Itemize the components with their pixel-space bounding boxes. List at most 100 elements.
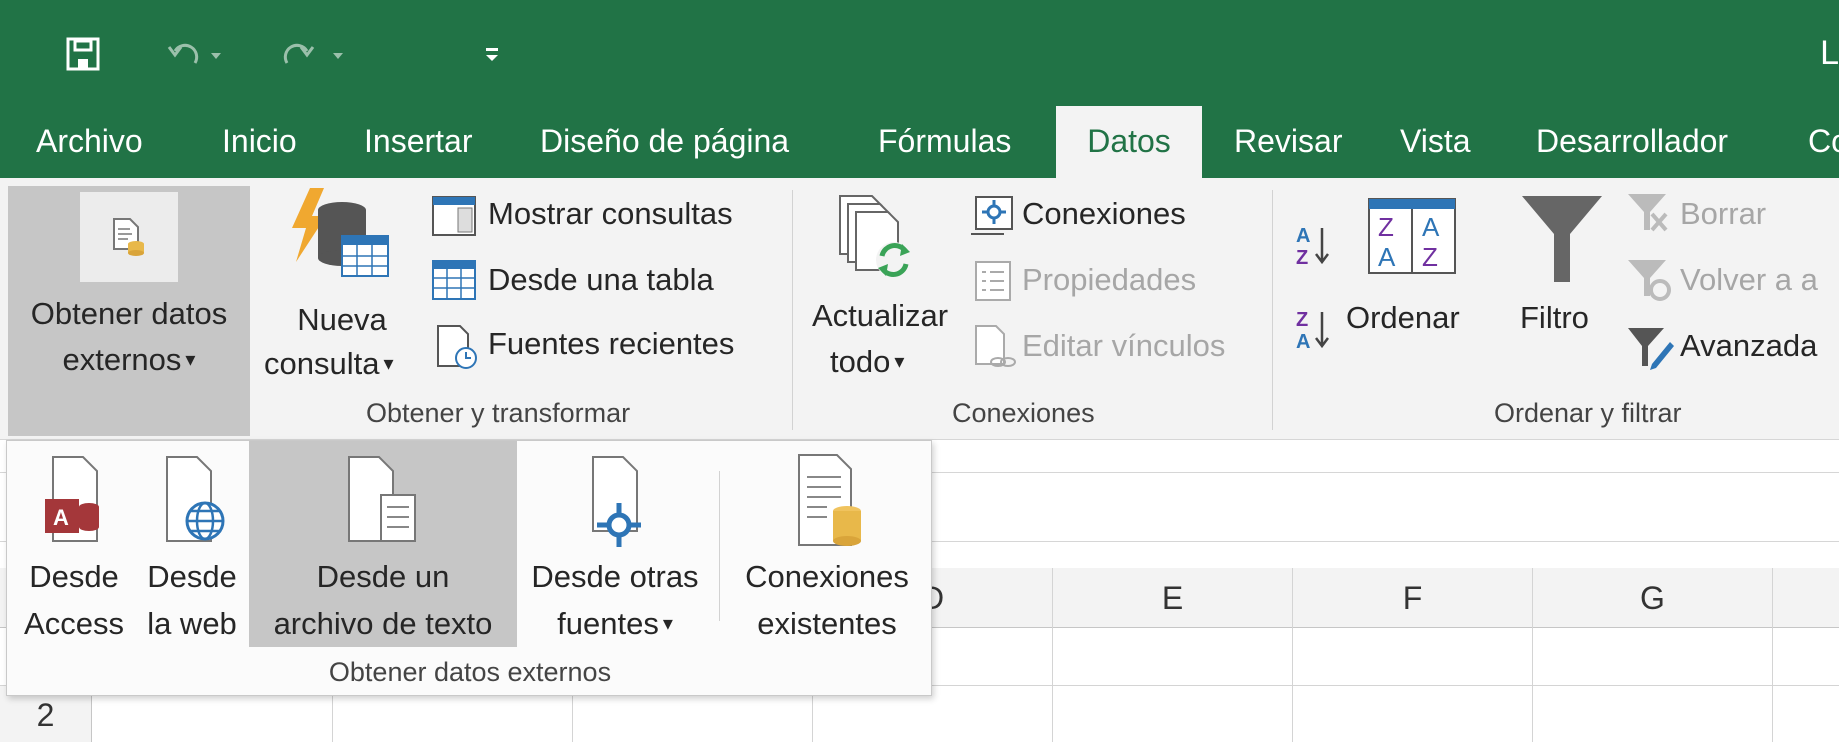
- desde-la-web-line2: la web: [147, 606, 237, 641]
- group-label-ordenar-filtrar: Ordenar y filtrar: [1494, 398, 1682, 428]
- undo-icon[interactable]: [160, 26, 230, 82]
- svg-text:A: A: [1378, 242, 1396, 272]
- desde-access-button[interactable]: A Desde Access: [13, 441, 135, 647]
- conexiones-existentes-line1: Conexiones: [745, 559, 909, 594]
- tab-datos[interactable]: Datos: [1056, 106, 1202, 178]
- desde-archivo-texto-line1: Desde un: [316, 559, 450, 594]
- group-label-obtener-transformar: Obtener y transformar: [366, 398, 631, 428]
- properties-icon: [974, 260, 1014, 302]
- filtro-button[interactable]: Filtro: [1520, 300, 1589, 336]
- mostrar-consultas-button[interactable]: Mostrar consultas: [488, 196, 733, 232]
- volver-a-aplicar-button[interactable]: Volver a a: [1680, 262, 1818, 298]
- grid-line: [1532, 628, 1533, 742]
- fuentes-recientes-button[interactable]: Fuentes recientes: [488, 326, 734, 362]
- desde-archivo-texto-line2: archivo de texto: [273, 606, 493, 641]
- web-icon: [161, 455, 227, 543]
- conexiones-button[interactable]: Conexiones: [1022, 196, 1186, 232]
- desde-la-web-line1: Desde: [147, 559, 237, 594]
- ordenar-button[interactable]: Ordenar: [1346, 300, 1460, 336]
- desde-otras-fuentes-line2: fuentes: [557, 606, 659, 641]
- tab-diseno-pagina[interactable]: Diseño de página: [540, 106, 789, 178]
- refresh-all-icon[interactable]: [838, 194, 918, 284]
- tab-vista[interactable]: Vista: [1400, 106, 1471, 178]
- chevron-down-icon: ▾: [894, 351, 905, 373]
- clear-filter-icon: [1626, 192, 1672, 234]
- connections-icon: [970, 196, 1016, 236]
- tab-revisar[interactable]: Revisar: [1234, 106, 1342, 178]
- existing-connections-icon: [797, 453, 867, 549]
- desde-otras-fuentes-line1: Desde otras: [531, 559, 699, 594]
- svg-text:Z: Z: [1378, 212, 1394, 242]
- column-header-next[interactable]: [1772, 568, 1839, 628]
- ribbon: Obtener datos externos ▾ Nueva consulta ▾ …: [0, 178, 1839, 440]
- desde-otras-fuentes-line2-wrap: fuentes ▾: [517, 600, 713, 652]
- nueva-consulta-line2: consulta: [264, 346, 380, 381]
- actualizar-line2-wrap[interactable]: todo ▾: [830, 344, 904, 380]
- editar-vinculos-button[interactable]: Editar vínculos: [1022, 328, 1225, 364]
- desde-access-text: Desde Access: [13, 553, 135, 647]
- conexiones-existentes-line2: existentes: [757, 606, 897, 641]
- desde-access-line2: Access: [24, 606, 124, 641]
- propiedades-button[interactable]: Propiedades: [1022, 262, 1196, 298]
- tab-inicio[interactable]: Inicio: [222, 106, 297, 178]
- column-header-g[interactable]: G: [1532, 568, 1772, 628]
- conexiones-existentes-button[interactable]: Conexiones existentes: [727, 441, 927, 647]
- text-file-icon: [347, 455, 419, 543]
- external-data-icon: [80, 192, 178, 282]
- desde-la-web-button[interactable]: Desde la web: [135, 441, 249, 647]
- svg-text:Z: Z: [1296, 309, 1308, 331]
- nueva-consulta-line2-wrap[interactable]: consulta ▾: [264, 346, 394, 382]
- edit-links-icon: [974, 324, 1016, 370]
- customize-qat-icon[interactable]: [472, 26, 512, 82]
- dropdown-separator: [719, 471, 720, 621]
- chevron-down-icon: ▾: [185, 349, 196, 371]
- group-label-conexiones: Conexiones: [952, 398, 1095, 428]
- new-query-icon[interactable]: [292, 188, 392, 286]
- desde-archivo-texto-text: Desde un archivo de texto: [249, 553, 517, 647]
- window-title: L: [1820, 34, 1839, 72]
- group-separator: [1272, 190, 1273, 430]
- grid-line: [1052, 628, 1053, 742]
- obtener-datos-line2: externos: [62, 342, 182, 377]
- reapply-icon: [1626, 258, 1672, 302]
- title-bar: L: [0, 0, 1839, 106]
- avanzadas-button[interactable]: Avanzada: [1680, 328, 1817, 364]
- advanced-filter-icon: [1626, 324, 1674, 372]
- tab-desarrollador[interactable]: Desarrollador: [1536, 106, 1728, 178]
- svg-text:A: A: [1422, 212, 1440, 242]
- filter-icon[interactable]: [1520, 194, 1604, 284]
- desde-otras-fuentes-button[interactable]: Desde otras fuentes ▾: [517, 441, 713, 647]
- desde-una-tabla-button[interactable]: Desde una tabla: [488, 262, 714, 298]
- sort-z-a-icon[interactable]: ZA: [1294, 304, 1334, 354]
- sort-dialog-icon[interactable]: ZAAZ: [1368, 198, 1456, 274]
- desde-la-web-text: Desde la web: [135, 553, 249, 647]
- tab-archivo[interactable]: Archivo: [36, 106, 143, 178]
- actualizar-line1[interactable]: Actualizar: [800, 298, 960, 334]
- desde-archivo-texto-button[interactable]: Desde un archivo de texto: [249, 441, 517, 647]
- obtener-datos-line1: Obtener datos: [30, 296, 228, 331]
- obtener-datos-externos-button[interactable]: Obtener datos externos ▾: [8, 186, 250, 436]
- save-icon[interactable]: [58, 26, 108, 82]
- column-header-f[interactable]: F: [1292, 568, 1532, 628]
- dropdown-group-label: Obtener datos externos: [328, 657, 612, 687]
- chevron-down-icon: ▾: [662, 613, 673, 635]
- svg-text:Z: Z: [1422, 242, 1438, 272]
- tab-formulas[interactable]: Fórmulas: [878, 106, 1011, 178]
- svg-text:Z: Z: [1296, 247, 1308, 269]
- nueva-consulta-line1[interactable]: Nueva: [262, 302, 422, 338]
- obtener-datos-externos-dropdown: A Desde Access Desde la web Desde un archiv…: [6, 440, 932, 696]
- redo-icon[interactable]: [272, 26, 352, 82]
- column-header-e[interactable]: E: [1052, 568, 1292, 628]
- grid-line: [1772, 628, 1773, 742]
- other-sources-icon: [583, 455, 653, 547]
- borrar-button[interactable]: Borrar: [1680, 196, 1766, 232]
- tab-insertar[interactable]: Insertar: [364, 106, 472, 178]
- svg-text:A: A: [1296, 331, 1310, 353]
- access-icon: A: [43, 455, 105, 543]
- tab-co[interactable]: Co: [1808, 106, 1839, 178]
- chevron-down-icon: ▾: [383, 353, 394, 375]
- conexiones-existentes-text: Conexiones existentes: [727, 553, 927, 647]
- ribbon-tabs: Archivo Inicio Insertar Diseño de página…: [0, 106, 1839, 178]
- sort-a-z-icon[interactable]: AZ: [1294, 220, 1334, 270]
- group-separator: [792, 190, 793, 430]
